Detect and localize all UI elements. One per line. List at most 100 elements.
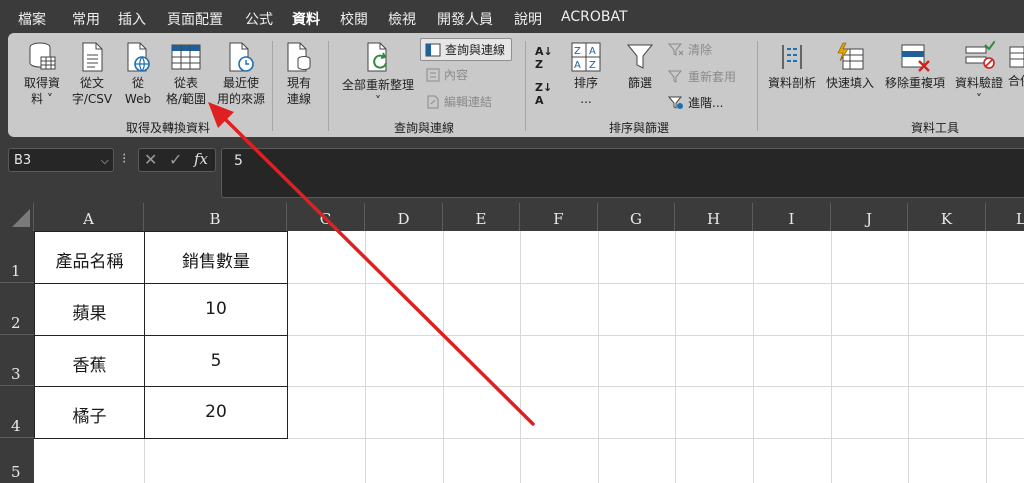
queries-pane-icon [425,43,441,56]
tab-file[interactable]: 檔案 [18,9,46,29]
chevron-down-icon: ˅ [976,92,982,106]
properties-button[interactable]: 內容 [426,66,468,83]
recent-sources-button[interactable]: 最近使 用的來源 [212,41,270,107]
data-validation-icon [965,41,995,69]
tab-page-layout[interactable]: 頁面配置 [167,9,223,29]
sort-button[interactable]: ZAAZ 排序 ... [566,41,606,107]
text-to-columns-button[interactable]: 資料剖析 [764,41,820,91]
group-label-get-transform: 取得及轉換資料 [126,121,211,135]
data-validation-button[interactable]: 資料驗證 ˅ [950,41,1008,107]
column-header-c[interactable]: C [287,203,365,231]
sort-label: 排序 [573,76,598,90]
from-table-label-2: 格/範圍 [165,92,207,106]
properties-label: 內容 [444,68,469,82]
existing-label-2: 連線 [286,92,311,106]
column-header-l[interactable]: L [986,203,1024,231]
existing-connections-button[interactable]: 現有 連線 [278,41,320,107]
insert-function-icon[interactable]: fx [194,150,208,168]
from-text-label-1: 從文 [79,76,104,90]
svg-text:A: A [589,46,596,57]
sort-z-to-a-icon[interactable]: Z↓ A [535,81,552,107]
cell-a1[interactable]: 產品名稱 [34,231,145,284]
column-header-g[interactable]: G [598,203,675,231]
sort-a-to-z-icon[interactable]: A↓ Z [535,45,553,71]
cell-a2[interactable]: 蘋果 [34,283,145,336]
gridline [831,231,832,483]
get-data-button[interactable]: 取得資 料 ˅ [20,41,64,107]
reapply-icon [668,70,683,83]
cancel-icon[interactable]: ✕ [144,150,157,169]
cell-b2[interactable]: 10 [144,283,288,336]
column-header-a[interactable]: A [34,203,144,231]
gridline [675,231,676,483]
data-validation-label: 資料驗證 [954,76,1003,90]
flash-fill-label: 快速填入 [825,76,874,90]
web-page-icon [127,42,150,72]
column-header-e[interactable]: E [443,203,520,231]
advanced-filter-button[interactable]: 進階... [668,94,723,111]
from-text-csv-button[interactable]: 從文 字/CSV [68,41,116,107]
row-header-4[interactable]: 4 [0,386,34,438]
refresh-all-button[interactable]: 全部重新整理 ˅ [338,41,418,109]
group-separator [328,41,329,131]
column-header-j[interactable]: J [831,203,908,231]
column-header-h[interactable]: H [675,203,753,231]
from-table-range-button[interactable]: 從表 格/範圍 [160,41,212,107]
tab-review[interactable]: 校閱 [340,9,368,29]
worksheet-grid: A B C D E F G H I J K L 1 2 3 4 5 產品名稱 銷… [0,203,1024,483]
enter-check-icon[interactable]: ✓ [169,150,182,169]
cell-b4[interactable]: 20 [144,386,288,439]
ribbon: 取得資 料 ˅ 從文 字/CSV 從 Web 從表 格/範圍 最近使 用的來源 … [8,33,1024,137]
consolidate-icon [1009,46,1024,68]
svg-text:Z: Z [574,46,581,57]
edit-links-label: 編輯連結 [444,95,493,109]
consolidate-button[interactable]: 合併 [1008,41,1024,89]
tab-data[interactable]: 資料 [292,9,320,37]
flash-fill-button[interactable]: 快速填入 [822,41,878,91]
formula-input[interactable]: 5 [221,148,1024,198]
tab-help[interactable]: 說明 [514,9,542,29]
tab-insert[interactable]: 插入 [118,9,146,29]
edit-links-icon [427,95,439,108]
tab-home[interactable]: 常用 [72,9,100,29]
row-header-5[interactable]: 5 [0,438,34,483]
get-data-label-2: 料 ˅ [31,92,53,106]
row-header-1[interactable]: 1 [0,231,34,283]
gridline [986,231,987,483]
cell-a4[interactable]: 橘子 [34,386,145,439]
group-separator [757,41,758,131]
cell-a3[interactable]: 香蕉 [34,335,145,387]
from-table-label-1: 從表 [173,76,198,90]
column-header-k[interactable]: K [908,203,986,231]
select-all-button[interactable] [0,203,34,231]
row-number: 3 [11,365,21,383]
gridline [753,231,754,483]
row-header-2[interactable]: 2 [0,283,34,335]
sort-label-2: ... [580,92,592,106]
clear-filter-button[interactable]: 清除 [668,41,712,58]
more-options-icon[interactable]: ⁝ [122,151,126,167]
column-header-i[interactable]: I [753,203,831,231]
tab-acrobat[interactable]: ACROBAT [561,9,628,25]
row-header-3[interactable]: 3 [0,335,34,386]
tab-formulas[interactable]: 公式 [245,9,273,29]
consolidate-label: 合併 [1008,74,1024,88]
queries-connections-button[interactable]: 查詢與連線 [420,38,513,61]
name-box[interactable]: B3 ⌵ [8,148,114,172]
tab-view[interactable]: 檢視 [388,9,416,29]
get-data-label-1: 取得資 [23,76,60,90]
remove-duplicates-button[interactable]: 移除重複項 [880,41,950,91]
tab-developer[interactable]: 開發人員 [437,9,493,29]
table-icon [171,44,201,70]
column-header-f[interactable]: F [520,203,598,231]
filter-button[interactable]: 篩選 [620,41,660,91]
existing-connections-icon [287,42,311,72]
cell-b3[interactable]: 5 [144,335,288,387]
edit-links-button[interactable]: 編輯連結 [426,93,492,110]
from-web-button[interactable]: 從 Web [118,41,158,107]
chevron-down-icon: ˅ [375,94,381,108]
column-header-b[interactable]: B [144,203,287,231]
cell-b1[interactable]: 銷售數量 [144,231,288,284]
reapply-button[interactable]: 重新套用 [668,68,736,85]
column-header-d[interactable]: D [365,203,443,231]
